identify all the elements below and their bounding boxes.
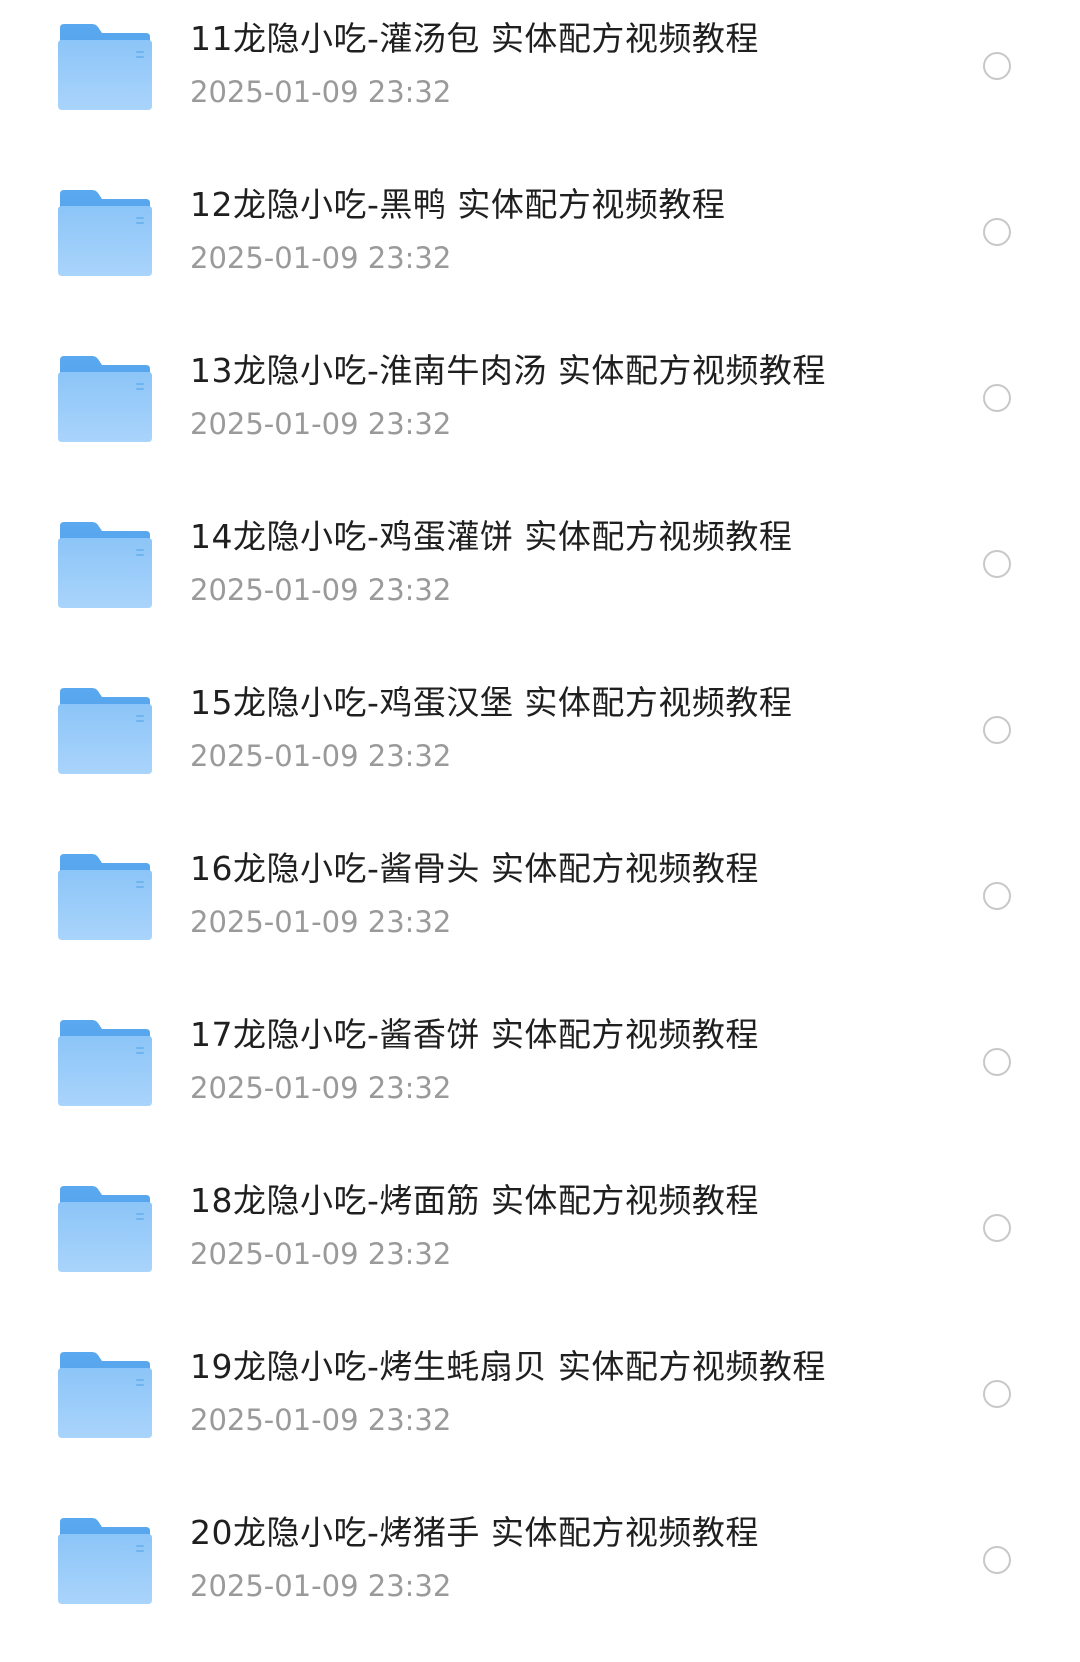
- file-row[interactable]: 11龙隐小吃-灌汤包 实体配方视频教程 2025-01-09 23:32: [0, 0, 1080, 168]
- file-name: 15龙隐小吃-鸡蛋汉堡 实体配方视频教程: [190, 683, 793, 722]
- file-name: 17龙隐小吃-酱香饼 实体配方视频教程: [190, 1015, 759, 1054]
- file-row[interactable]: 14龙隐小吃-鸡蛋灌饼 实体配方视频教程 2025-01-09 23:32: [0, 498, 1080, 666]
- folder-icon: [56, 518, 154, 610]
- file-date: 2025-01-09 23:32: [190, 573, 452, 607]
- folder-icon: [56, 1348, 154, 1440]
- folder-icon: [56, 352, 154, 444]
- file-date: 2025-01-09 23:32: [190, 905, 452, 939]
- folder-icon: [56, 850, 154, 942]
- file-row[interactable]: 15龙隐小吃-鸡蛋汉堡 实体配方视频教程 2025-01-09 23:32: [0, 664, 1080, 832]
- file-date: 2025-01-09 23:32: [190, 1403, 452, 1437]
- file-name: 20龙隐小吃-烤猪手 实体配方视频教程: [190, 1513, 759, 1552]
- select-radio[interactable]: [983, 1214, 1011, 1242]
- file-row[interactable]: 18龙隐小吃-烤面筋 实体配方视频教程 2025-01-09 23:32: [0, 1162, 1080, 1330]
- file-date: 2025-01-09 23:32: [190, 75, 452, 109]
- file-row[interactable]: 17龙隐小吃-酱香饼 实体配方视频教程 2025-01-09 23:32: [0, 996, 1080, 1164]
- file-row[interactable]: 19龙隐小吃-烤生蚝扇贝 实体配方视频教程 2025-01-09 23:32: [0, 1328, 1080, 1496]
- file-name: 19龙隐小吃-烤生蚝扇贝 实体配方视频教程: [190, 1347, 826, 1386]
- select-radio[interactable]: [983, 384, 1011, 412]
- file-date: 2025-01-09 23:32: [190, 1071, 452, 1105]
- select-radio[interactable]: [983, 550, 1011, 578]
- file-name: 11龙隐小吃-灌汤包 实体配方视频教程: [190, 19, 759, 58]
- select-radio[interactable]: [983, 52, 1011, 80]
- select-radio[interactable]: [983, 1380, 1011, 1408]
- file-name: 16龙隐小吃-酱骨头 实体配方视频教程: [190, 849, 759, 888]
- select-radio[interactable]: [983, 716, 1011, 744]
- file-row[interactable]: 12龙隐小吃-黑鸭 实体配方视频教程 2025-01-09 23:32: [0, 166, 1080, 334]
- file-row[interactable]: 20龙隐小吃-烤猪手 实体配方视频教程 2025-01-09 23:32: [0, 1494, 1080, 1662]
- file-row[interactable]: 16龙隐小吃-酱骨头 实体配方视频教程 2025-01-09 23:32: [0, 830, 1080, 998]
- folder-icon: [56, 1514, 154, 1606]
- file-date: 2025-01-09 23:32: [190, 739, 452, 773]
- select-radio[interactable]: [983, 1546, 1011, 1574]
- file-name: 12龙隐小吃-黑鸭 实体配方视频教程: [190, 185, 726, 224]
- file-name: 14龙隐小吃-鸡蛋灌饼 实体配方视频教程: [190, 517, 793, 556]
- folder-icon: [56, 684, 154, 776]
- file-row[interactable]: 13龙隐小吃-淮南牛肉汤 实体配方视频教程 2025-01-09 23:32: [0, 332, 1080, 500]
- select-radio[interactable]: [983, 882, 1011, 910]
- file-date: 2025-01-09 23:32: [190, 1569, 452, 1603]
- file-name: 18龙隐小吃-烤面筋 实体配方视频教程: [190, 1181, 759, 1220]
- folder-icon: [56, 186, 154, 278]
- folder-icon: [56, 20, 154, 112]
- folder-icon: [56, 1182, 154, 1274]
- folder-icon: [56, 1016, 154, 1108]
- file-date: 2025-01-09 23:32: [190, 407, 452, 441]
- select-radio[interactable]: [983, 218, 1011, 246]
- file-list: 11龙隐小吃-灌汤包 实体配方视频教程 2025-01-09 23:32 12龙…: [0, 0, 1080, 1652]
- file-name: 13龙隐小吃-淮南牛肉汤 实体配方视频教程: [190, 351, 826, 390]
- select-radio[interactable]: [983, 1048, 1011, 1076]
- file-date: 2025-01-09 23:32: [190, 1237, 452, 1271]
- file-date: 2025-01-09 23:32: [190, 241, 452, 275]
